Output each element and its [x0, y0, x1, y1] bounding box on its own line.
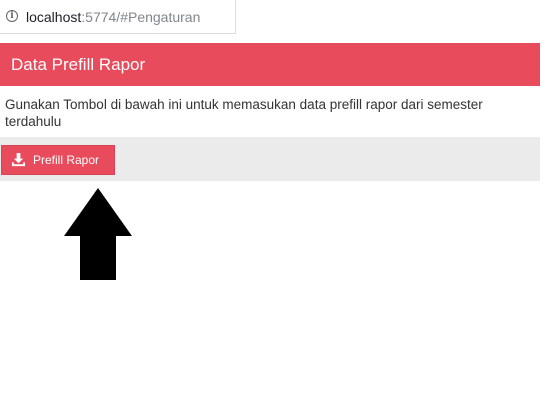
info-icon[interactable]: i [6, 10, 18, 22]
panel-description: Gunakan Tombol di bawah ini untuk memasu… [5, 97, 483, 129]
panel-header: Data Prefill Rapor [0, 43, 540, 86]
prefill-rapor-label: Prefill Rapor [33, 153, 100, 167]
prefill-rapor-button[interactable]: Prefill Rapor [1, 145, 115, 175]
download-icon [11, 152, 26, 167]
up-arrow-icon [64, 188, 132, 280]
panel-footer: Prefill Rapor [0, 137, 540, 181]
panel-title: Data Prefill Rapor [11, 55, 146, 74]
url-text[interactable]: localhost:5774/#Pengaturan [26, 8, 200, 26]
address-bar[interactable]: i localhost:5774/#Pengaturan [0, 0, 236, 34]
url-host: localhost [26, 9, 82, 25]
url-path: :5774/#Pengaturan [81, 9, 201, 25]
